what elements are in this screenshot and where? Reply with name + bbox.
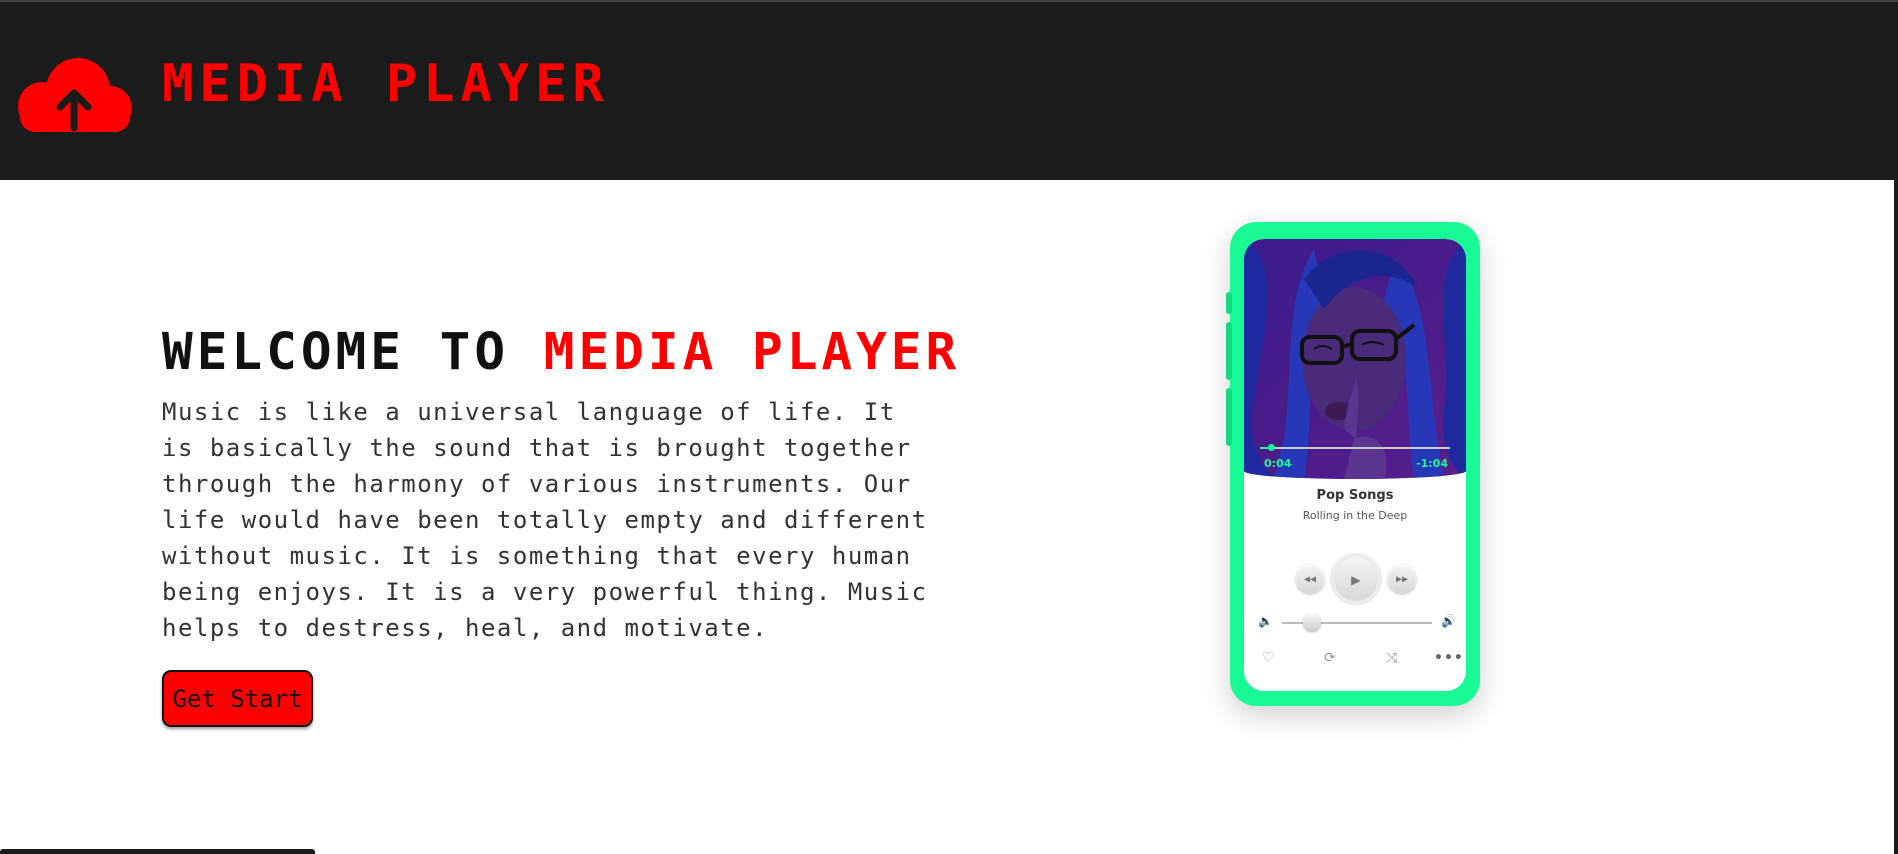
hero-title: WELCOME TO MEDIA PLAYER xyxy=(162,323,960,382)
more-icon[interactable]: ••• xyxy=(1434,650,1464,666)
elapsed-time: 0:04 xyxy=(1264,457,1292,470)
bottom-scroll-indicator xyxy=(0,849,315,854)
phone-side-button xyxy=(1226,322,1232,380)
play-icon[interactable]: ▶ xyxy=(1334,557,1378,601)
heart-icon[interactable]: ♡ xyxy=(1262,650,1275,666)
repeat-icon[interactable]: ⟳ xyxy=(1324,650,1336,666)
phone-screen: 0:04 -1:04 Pop Songs Rolling in the Deep… xyxy=(1244,239,1466,691)
track-subtitle: Rolling in the Deep xyxy=(1302,509,1408,522)
window-right-border xyxy=(1894,2,1898,854)
remaining-time: -1:04 xyxy=(1416,457,1448,470)
phone-mockup: 0:04 -1:04 Pop Songs Rolling in the Deep… xyxy=(1226,222,1480,706)
album-art xyxy=(1244,239,1466,479)
volume-mute-icon[interactable]: 🔈 xyxy=(1258,614,1273,628)
navbar: MEDIA PLAYER xyxy=(0,2,1894,180)
cloud-upload-icon[interactable] xyxy=(16,52,132,136)
phone-side-button xyxy=(1226,292,1232,314)
volume-high-icon[interactable]: 🔊 xyxy=(1441,614,1456,628)
volume-handle[interactable] xyxy=(1303,613,1321,631)
volume-slider[interactable] xyxy=(1282,613,1432,631)
hero-title-accent: MEDIA PLAYER xyxy=(543,323,961,382)
rewind-icon[interactable]: ◀◀ xyxy=(1296,565,1324,593)
phone-side-button xyxy=(1226,388,1232,446)
progress-bar[interactable] xyxy=(1260,444,1450,451)
shuffle-icon[interactable]: ⤨ xyxy=(1386,650,1397,666)
brand-title[interactable]: MEDIA PLAYER xyxy=(162,54,610,114)
hero-title-prefix: WELCOME TO xyxy=(162,323,544,382)
get-start-button[interactable]: Get Start xyxy=(162,670,313,727)
fast-forward-icon[interactable]: ▶▶ xyxy=(1388,565,1416,593)
track-title: Pop Songs xyxy=(1316,488,1394,503)
hero-description: Music is like a universal language of li… xyxy=(162,398,928,642)
